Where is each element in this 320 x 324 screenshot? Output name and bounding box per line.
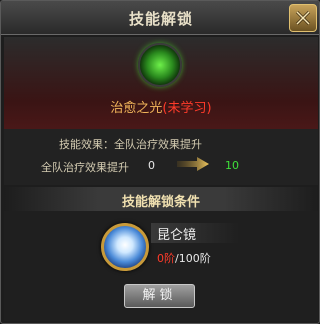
progress-required: /100阶: [175, 252, 211, 265]
close-icon: [295, 10, 311, 26]
skill-name-text: 治愈之光: [110, 101, 163, 116]
item-name: 昆仑镜: [157, 228, 197, 243]
effect-description: 技能效果：全队治疗效果提升: [59, 138, 202, 151]
conditions-title: 技能解锁条件: [121, 195, 200, 210]
boost-label: 全队治疗效果提升: [41, 161, 129, 174]
close-button[interactable]: [289, 4, 317, 32]
arrow-right-icon: [177, 157, 209, 171]
unlock-button[interactable]: 解锁: [124, 284, 195, 308]
boost-from-value: 0: [148, 159, 155, 172]
skill-status: (未学习): [162, 101, 212, 116]
skill-icon: [138, 43, 182, 87]
boost-to-value: 10: [225, 159, 239, 172]
progress-current: 0阶: [157, 252, 175, 265]
dialog-title: 技能解锁: [128, 10, 193, 28]
kunlun-mirror-icon: [101, 223, 149, 271]
item-progress: 0阶/100阶: [157, 250, 211, 266]
title-bar: 技能解锁: [1, 1, 319, 35]
skill-name: 治愈之光(未学习): [1, 97, 319, 116]
skill-unlock-dialog: 技能解锁 治愈之光(未学习) 技能效果：全队治疗效果提升 全队治疗效果提升 0 …: [0, 0, 320, 324]
